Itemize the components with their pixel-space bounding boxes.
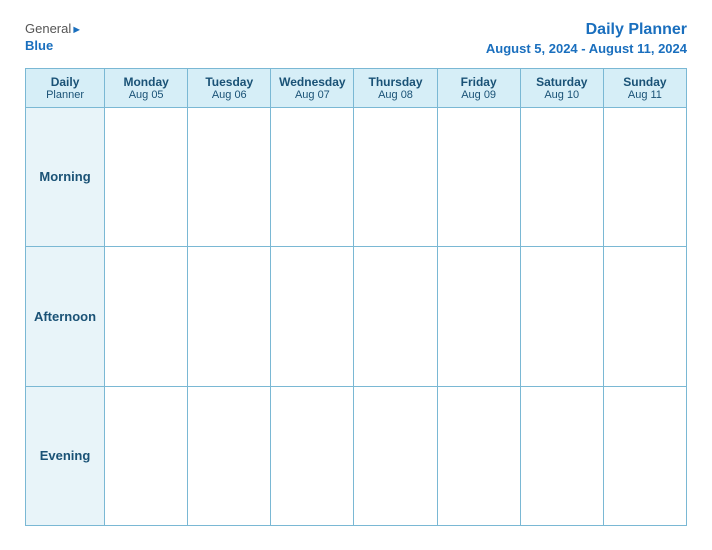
day-name-4: Friday [442,75,516,89]
row-label-morning: Morning [26,107,105,246]
header-label-cell: Daily Planner [26,68,105,107]
cell-morning-sunday[interactable] [603,107,686,246]
cell-afternoon-friday[interactable] [437,247,520,386]
col-header-wednesday: Wednesday Aug 07 [271,68,354,107]
col-header-friday: Friday Aug 09 [437,68,520,107]
day-date-2: Aug 07 [275,89,349,101]
cell-morning-wednesday[interactable] [271,107,354,246]
title-area: Daily Planner August 5, 2024 - August 11… [486,20,687,58]
day-date-1: Aug 06 [192,89,266,101]
cell-afternoon-monday[interactable] [105,247,188,386]
header-label-line2: Planner [30,89,100,101]
day-date-5: Aug 10 [525,89,599,101]
day-date-0: Aug 05 [109,89,183,101]
col-header-saturday: Saturday Aug 10 [520,68,603,107]
table-row-afternoon: Afternoon [26,247,687,386]
cell-afternoon-tuesday[interactable] [188,247,271,386]
table-row-morning: Morning [26,107,687,246]
day-date-4: Aug 09 [442,89,516,101]
col-header-sunday: Sunday Aug 11 [603,68,686,107]
logo-icon: ► [71,24,82,36]
day-name-5: Saturday [525,75,599,89]
cell-morning-friday[interactable] [437,107,520,246]
day-date-3: Aug 08 [358,89,432,101]
cell-afternoon-sunday[interactable] [603,247,686,386]
planner-title: Daily Planner [486,20,687,41]
header-label-line1: Daily [30,75,100,89]
logo-area: General► Blue [25,20,82,54]
cell-morning-tuesday[interactable] [188,107,271,246]
planner-date-range: August 5, 2024 - August 11, 2024 [486,41,687,58]
table-header-row: Daily Planner Monday Aug 05 Tuesday Aug … [26,68,687,107]
row-label-afternoon: Afternoon [26,247,105,386]
cell-evening-wednesday[interactable] [271,386,354,525]
cell-morning-thursday[interactable] [354,107,437,246]
cell-afternoon-wednesday[interactable] [271,247,354,386]
day-name-0: Monday [109,75,183,89]
col-header-thursday: Thursday Aug 08 [354,68,437,107]
day-name-6: Sunday [608,75,682,89]
col-header-tuesday: Tuesday Aug 06 [188,68,271,107]
cell-evening-monday[interactable] [105,386,188,525]
cell-evening-thursday[interactable] [354,386,437,525]
cell-morning-monday[interactable] [105,107,188,246]
cell-evening-saturday[interactable] [520,386,603,525]
cell-morning-saturday[interactable] [520,107,603,246]
cell-evening-tuesday[interactable] [188,386,271,525]
day-name-2: Wednesday [275,75,349,89]
cell-evening-sunday[interactable] [603,386,686,525]
cell-evening-friday[interactable] [437,386,520,525]
page: General► Blue Daily Planner August 5, 20… [11,10,701,540]
col-header-monday: Monday Aug 05 [105,68,188,107]
cell-afternoon-saturday[interactable] [520,247,603,386]
cell-afternoon-thursday[interactable] [354,247,437,386]
day-date-6: Aug 11 [608,89,682,101]
day-name-3: Thursday [358,75,432,89]
header: General► Blue Daily Planner August 5, 20… [25,20,687,58]
logo: General► [25,20,82,38]
logo-general: General [25,21,71,36]
row-label-evening: Evening [26,386,105,525]
logo-blue: Blue [25,38,53,54]
table-row-evening: Evening [26,386,687,525]
day-name-1: Tuesday [192,75,266,89]
planner-table: Daily Planner Monday Aug 05 Tuesday Aug … [25,68,687,526]
